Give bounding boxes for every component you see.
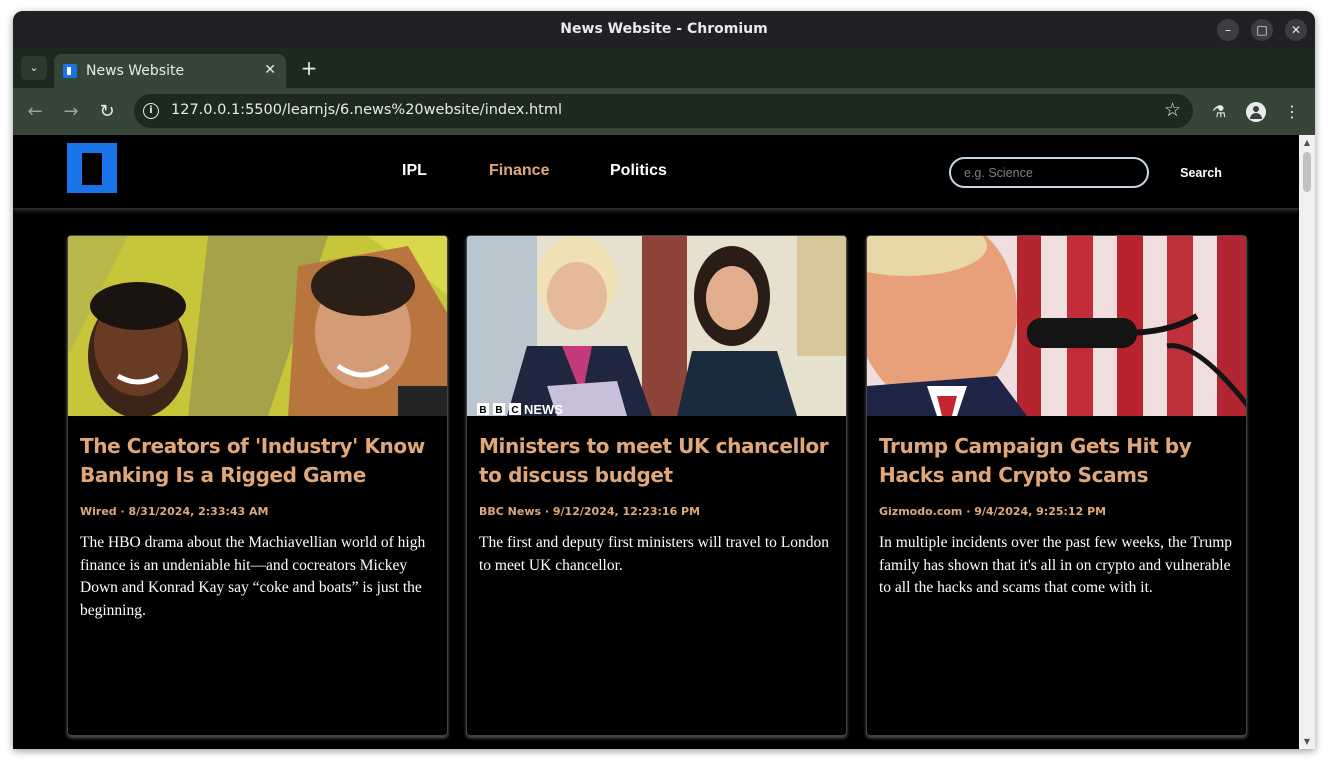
- article-image-art: [68, 236, 447, 416]
- reload-button[interactable]: ↻: [95, 100, 119, 124]
- article-image[interactable]: [867, 236, 1246, 416]
- tab-strip: ⌄ News Website ✕ +: [13, 48, 1315, 88]
- maximize-button[interactable]: □: [1251, 19, 1273, 41]
- tab-title: News Website: [86, 63, 185, 79]
- scroll-up-arrow-icon[interactable]: ▲: [1302, 138, 1312, 147]
- article-meta: Wired · 8/31/2024, 2:33:43 AM: [80, 505, 269, 518]
- site-logo[interactable]: [67, 143, 117, 193]
- bookmark-star-icon[interactable]: ☆: [1164, 99, 1181, 121]
- browser-window: News Website - Chromium – □ ✕ ⌄ News Web…: [13, 11, 1315, 749]
- window-title: News Website - Chromium: [560, 21, 768, 37]
- search-input[interactable]: [949, 157, 1149, 188]
- profile-avatar-icon[interactable]: [1246, 102, 1266, 122]
- site-navbar: IPL Finance Politics Search: [13, 135, 1299, 209]
- bbc-logo-letter: C: [511, 405, 518, 416]
- chrome-menu-icon[interactable]: ⋮: [1280, 100, 1304, 124]
- article-card[interactable]: B B C NEWS Ministers to meet UK chancell…: [466, 235, 847, 736]
- tab-search-dropdown[interactable]: ⌄: [21, 56, 47, 80]
- article-card[interactable]: The Creators of 'Industry' Know Banking …: [67, 235, 448, 736]
- nav-link-politics[interactable]: Politics: [610, 162, 667, 180]
- forward-button[interactable]: →: [59, 100, 83, 124]
- bbc-logo-letter: B: [495, 405, 502, 416]
- nav-link-ipl[interactable]: IPL: [402, 162, 427, 180]
- minimize-button[interactable]: –: [1217, 19, 1239, 41]
- labs-flask-icon[interactable]: ⚗: [1207, 100, 1231, 124]
- article-title[interactable]: Trump Campaign Gets Hit by Hacks and Cry…: [879, 432, 1235, 490]
- nav-link-finance[interactable]: Finance: [489, 162, 549, 180]
- scroll-down-arrow-icon[interactable]: ▼: [1302, 737, 1312, 746]
- article-card[interactable]: Trump Campaign Gets Hit by Hacks and Cry…: [866, 235, 1247, 736]
- article-image[interactable]: [68, 236, 447, 416]
- article-image-art: B B C NEWS: [467, 236, 846, 416]
- article-description: In multiple incidents over the past few …: [879, 534, 1232, 596]
- url-text[interactable]: 127.0.0.1:5500/learnjs/6.news%20website/…: [171, 102, 562, 118]
- title-bar: News Website - Chromium – □ ✕: [13, 11, 1315, 48]
- article-meta: BBC News · 9/12/2024, 12:23:16 PM: [479, 505, 701, 518]
- site-info-icon[interactable]: i: [143, 103, 159, 119]
- new-tab-button[interactable]: +: [297, 56, 321, 80]
- scrollbar-thumb[interactable]: [1303, 152, 1311, 192]
- article-meta: Gizmodo.com · 9/4/2024, 9:25:12 PM: [879, 505, 1107, 518]
- article-image[interactable]: B B C NEWS: [467, 236, 846, 416]
- article-title[interactable]: The Creators of 'Industry' Know Banking …: [80, 432, 436, 490]
- article-image-art: [867, 236, 1246, 416]
- browser-toolbar: ← → ↻ i 127.0.0.1:5500/learnjs/6.news%20…: [13, 88, 1315, 135]
- page-viewport: IPL Finance Politics Search: [13, 135, 1299, 749]
- address-bar[interactable]: i 127.0.0.1:5500/learnjs/6.news%20websit…: [134, 94, 1193, 128]
- close-window-button[interactable]: ✕: [1285, 19, 1307, 41]
- bbc-logo-word: NEWS: [524, 402, 563, 416]
- page-scrollbar[interactable]: ▲ ▼: [1299, 135, 1315, 749]
- search-button[interactable]: Search: [1173, 157, 1229, 188]
- bbc-logo-letter: B: [479, 405, 486, 416]
- article-description: The HBO drama about the Machiavellian wo…: [80, 534, 426, 619]
- back-button[interactable]: ←: [23, 100, 47, 124]
- article-description: The first and deputy first ministers wil…: [479, 534, 829, 574]
- tab-news-website[interactable]: News Website ✕: [54, 54, 286, 88]
- tab-close-icon[interactable]: ✕: [264, 62, 276, 78]
- article-title[interactable]: Ministers to meet UK chancellor to discu…: [479, 432, 835, 490]
- page-favicon-icon: [63, 64, 77, 78]
